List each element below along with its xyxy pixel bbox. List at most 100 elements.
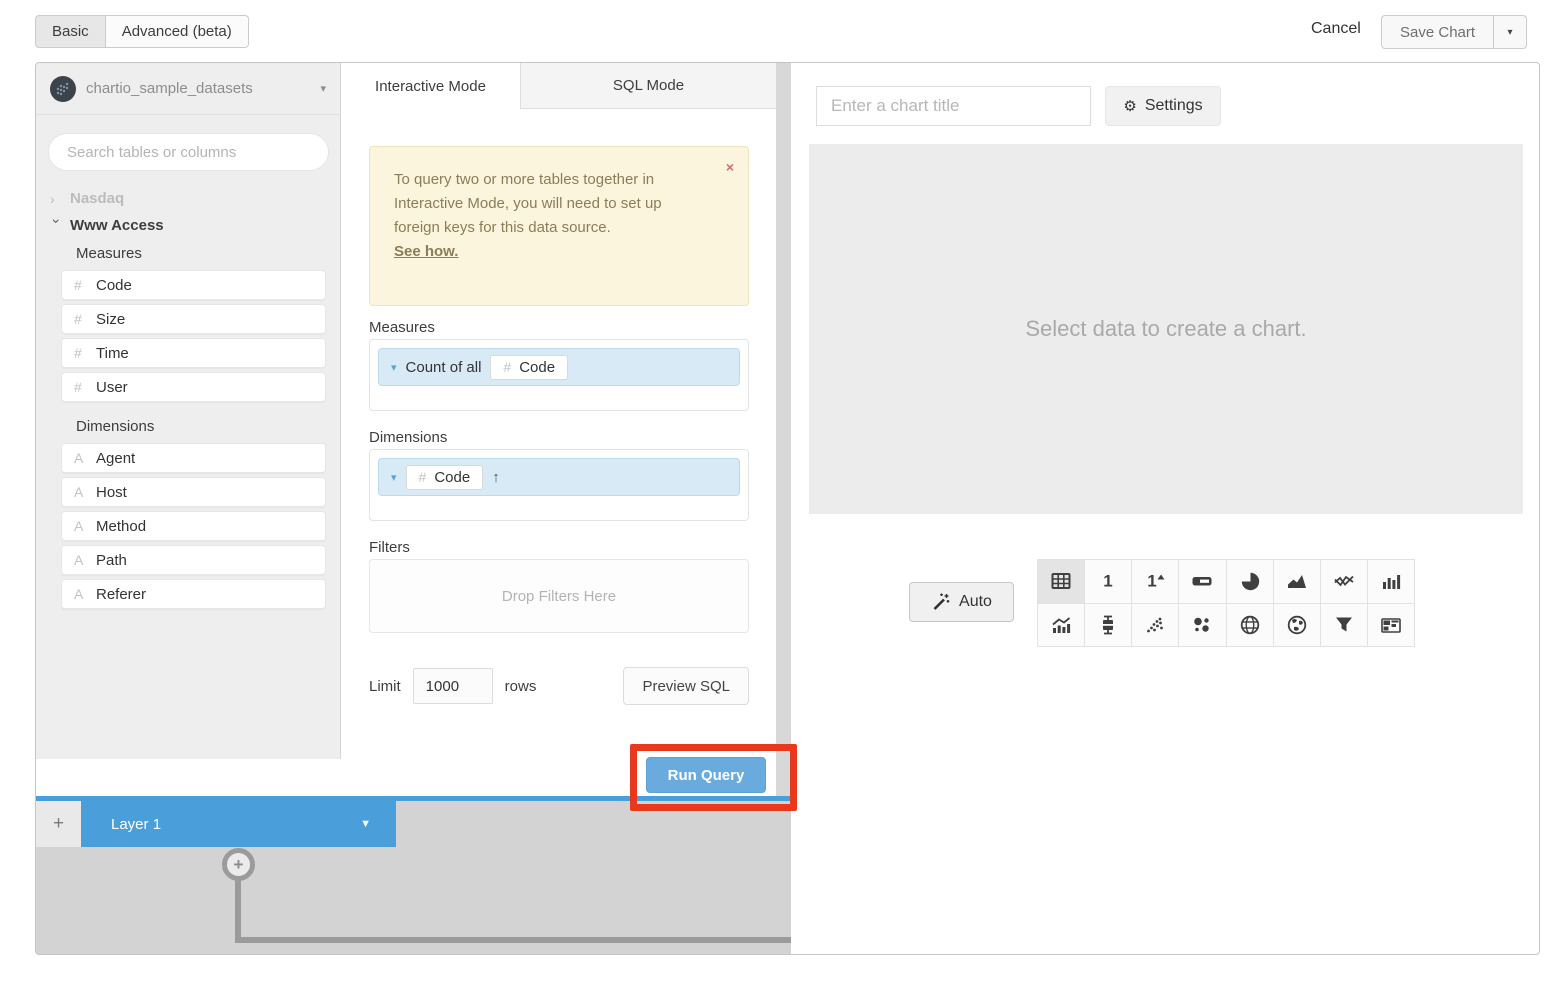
bubble-icon xyxy=(1192,615,1212,635)
layer-label: Layer 1 xyxy=(111,816,161,833)
chart-panel: ⚙ Settings Select data to create a chart… xyxy=(791,63,1540,955)
table-item-www-access[interactable]: › Www Access xyxy=(36,212,340,239)
dataset-logo-icon xyxy=(50,76,76,102)
dimension-field-path[interactable]: A Path xyxy=(61,545,326,575)
chart-type-grid-map[interactable] xyxy=(1227,604,1274,648)
field-label: Size xyxy=(96,311,125,328)
sort-ascending-icon[interactable]: ↑ xyxy=(492,469,500,486)
field-label: Time xyxy=(96,345,129,362)
see-how-link[interactable]: See how. xyxy=(394,240,458,264)
chevron-down-icon[interactable]: ▾ xyxy=(391,361,397,374)
run-query-button[interactable]: Run Query xyxy=(646,757,766,793)
field-label: Code xyxy=(519,359,555,376)
measure-field-size[interactable]: # Size xyxy=(61,304,326,334)
bar-line-icon xyxy=(1051,615,1071,635)
chart-type-grid: 1 1 xyxy=(1037,559,1415,647)
chart-type-bullet[interactable] xyxy=(1179,560,1226,604)
cancel-button[interactable]: Cancel xyxy=(1311,20,1361,38)
number-icon: # xyxy=(419,469,427,485)
chart-type-pivot-table[interactable] xyxy=(1368,604,1415,648)
dataset-name: chartio_sample_datasets xyxy=(86,80,253,97)
measures-label: Measures xyxy=(369,319,435,336)
chevron-down-icon: ▾ xyxy=(1508,27,1513,38)
auto-chart-button[interactable]: Auto xyxy=(909,582,1014,622)
settings-button[interactable]: ⚙ Settings xyxy=(1105,86,1221,126)
layer-tab[interactable]: Layer 1 ▼ xyxy=(81,801,396,847)
chart-type-single-value-trend[interactable]: 1 xyxy=(1132,560,1179,604)
chart-type-scatter[interactable] xyxy=(1132,604,1179,648)
measure-field-chip[interactable]: # Code xyxy=(490,355,568,380)
measure-field-user[interactable]: User # User xyxy=(61,372,326,402)
chart-type-box-plot[interactable] xyxy=(1085,604,1132,648)
close-icon[interactable]: × xyxy=(726,159,734,175)
foreign-key-warning: To query two or more tables together in … xyxy=(369,146,749,306)
table-item-nasdaq[interactable]: › Nasdaq xyxy=(36,185,340,212)
save-chart-caret-button[interactable]: ▾ xyxy=(1494,15,1527,49)
dimensions-dropzone[interactable]: ▾ # Code ↑ xyxy=(369,449,749,521)
preview-sql-button[interactable]: Preview SQL xyxy=(623,667,749,705)
box-plot-icon xyxy=(1098,615,1118,635)
chart-type-world-map[interactable] xyxy=(1274,604,1321,648)
chart-type-pie[interactable] xyxy=(1227,560,1274,604)
aggregation-label: Count of all xyxy=(406,359,482,376)
limit-label: Limit xyxy=(369,678,401,695)
chart-type-bar[interactable] xyxy=(1368,560,1415,604)
settings-label: Settings xyxy=(1145,97,1203,115)
filters-dropzone[interactable]: Drop Filters Here xyxy=(369,559,749,633)
advanced-tab[interactable]: Advanced (beta) xyxy=(106,15,249,48)
query-panel: Interactive Mode SQL Mode To query two o… xyxy=(341,63,776,796)
chart-preview-area: Select data to create a chart. xyxy=(809,144,1523,514)
field-label: Referer xyxy=(96,586,146,603)
dimension-pill[interactable]: ▾ # Code ↑ xyxy=(378,458,740,496)
measure-field-time[interactable]: # Time xyxy=(61,338,326,368)
chart-title-input[interactable] xyxy=(816,86,1091,126)
layers-area: + Layer 1 ▼ + xyxy=(36,796,791,955)
field-label: Code xyxy=(96,277,132,294)
chevron-down-icon[interactable]: ▼ xyxy=(360,818,371,830)
table-name: Www Access xyxy=(70,217,164,234)
measure-field-code[interactable]: # Code xyxy=(61,270,326,300)
chevron-down-icon: ▾ xyxy=(320,82,326,95)
dimension-field-method[interactable]: A Method xyxy=(61,511,326,541)
chart-type-single-value[interactable]: 1 xyxy=(1085,560,1132,604)
chart-builder-page: Basic Advanced (beta) Cancel Save Chart … xyxy=(0,0,1558,982)
svg-text:1: 1 xyxy=(1148,572,1157,591)
text-icon: A xyxy=(74,552,96,568)
chevron-down-icon: › xyxy=(50,218,64,234)
connector-line-horizontal xyxy=(235,937,791,943)
magic-wand-icon xyxy=(931,592,951,612)
rows-label: rows xyxy=(505,678,537,695)
dataset-selector[interactable]: chartio_sample_datasets ▾ xyxy=(36,63,340,115)
limit-input[interactable] xyxy=(413,668,493,704)
number-icon: # xyxy=(74,345,96,361)
search-input[interactable] xyxy=(48,133,329,171)
chart-type-bar-line[interactable] xyxy=(1038,604,1085,648)
pivot-table-icon xyxy=(1381,615,1401,635)
measures-dropzone[interactable]: ▾ Count of all # Code xyxy=(369,339,749,411)
chevron-down-icon[interactable]: ▾ xyxy=(391,471,397,484)
chart-type-table[interactable] xyxy=(1038,560,1085,604)
dimension-field-agent[interactable]: A Agent xyxy=(61,443,326,473)
text-icon: A xyxy=(74,450,96,466)
field-label: User xyxy=(96,379,128,396)
chart-type-funnel[interactable] xyxy=(1321,604,1368,648)
world-map-icon xyxy=(1287,615,1307,635)
single-value-trend-icon: 1 xyxy=(1145,571,1165,591)
basic-tab[interactable]: Basic xyxy=(35,15,106,48)
save-chart-button[interactable]: Save Chart xyxy=(1381,15,1494,49)
chart-type-area[interactable] xyxy=(1274,560,1321,604)
dimension-field-chip[interactable]: # Code xyxy=(406,465,484,490)
bullet-icon xyxy=(1192,571,1212,591)
empty-state-text: Select data to create a chart. xyxy=(1025,316,1306,342)
dimension-field-referer[interactable]: A Referer xyxy=(61,579,326,609)
measure-pill[interactable]: ▾ Count of all # Code xyxy=(378,348,740,386)
add-connector-button[interactable]: + xyxy=(222,848,255,881)
dimension-field-host[interactable]: A Host xyxy=(61,477,326,507)
top-bar: Basic Advanced (beta) Cancel Save Chart … xyxy=(0,0,1558,62)
add-layer-button[interactable]: + xyxy=(36,801,81,847)
tab-sql-mode[interactable]: SQL Mode xyxy=(521,63,776,109)
chart-type-bubble[interactable] xyxy=(1179,604,1226,648)
chart-type-line[interactable] xyxy=(1321,560,1368,604)
svg-text:1: 1 xyxy=(1103,572,1112,591)
tab-interactive-mode[interactable]: Interactive Mode xyxy=(341,63,521,109)
